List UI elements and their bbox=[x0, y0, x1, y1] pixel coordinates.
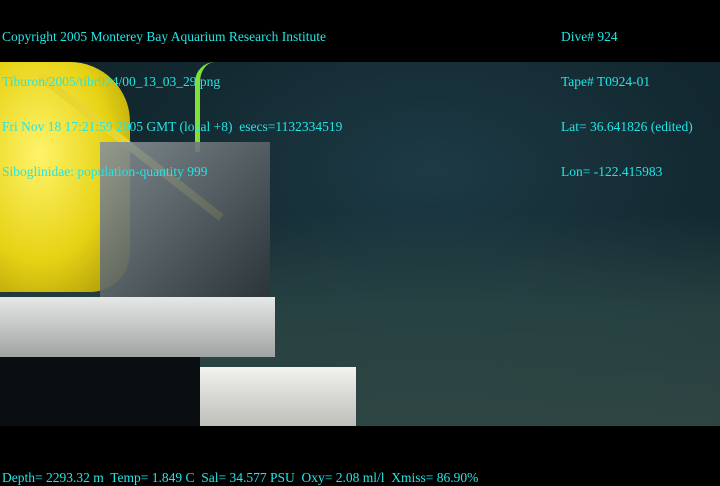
header-right-overlay: Dive# 924 Tape# T0924-01 Lat= 36.641826 … bbox=[561, 0, 693, 194]
tape-number-text: Tape# T0924-01 bbox=[561, 74, 651, 89]
dive-number-text: Dive# 924 bbox=[561, 29, 618, 44]
white-skid bbox=[200, 367, 356, 426]
latitude-text: Lat= 36.641826 (edited) bbox=[561, 119, 693, 134]
file-path-text: Tiburon/2005/tibr924/00_13_03_29.png bbox=[2, 74, 221, 89]
header-left-overlay: Copyright 2005 Monterey Bay Aquarium Res… bbox=[2, 0, 342, 194]
copyright-text: Copyright 2005 Monterey Bay Aquarium Res… bbox=[2, 29, 326, 44]
black-support bbox=[0, 357, 200, 426]
timestamp-text: Fri Nov 18 17:21:59 2005 GMT (local +8) … bbox=[2, 119, 343, 134]
longitude-text: Lon= -122.415983 bbox=[561, 164, 663, 179]
sensor-readout: Depth= 2293.32 m Temp= 1.849 C Sal= 34.5… bbox=[2, 470, 479, 485]
annotation-text: Siboglinidae: population-quantity 999 bbox=[2, 164, 208, 179]
white-platform bbox=[0, 297, 275, 357]
